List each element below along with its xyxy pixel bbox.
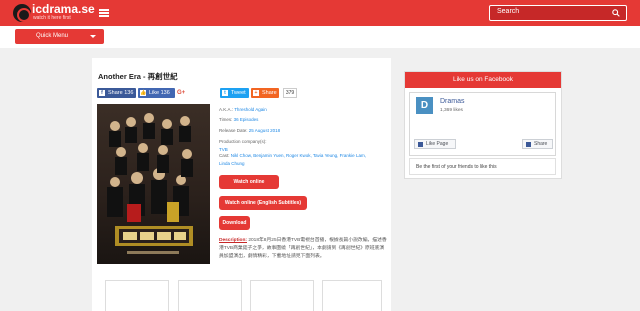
related-thumbnail[interactable] [322,280,382,311]
description-label: Description: [219,238,247,243]
cast-row: Cast: Nikl Chow, Benjamin Yuen, Roger Kw… [219,153,366,158]
quick-menu-label: Quick Menu [36,33,69,39]
site-logo[interactable]: icdrama.se [32,3,95,15]
share-page-label: Share [534,141,548,147]
times-label: Times: [219,117,233,122]
production-value[interactable]: TVB [219,147,228,152]
like-page-label: Like Page [426,141,449,147]
release-value: 25 August 2018 [248,128,281,133]
download-button[interactable]: Download [219,216,250,230]
show-poster-image [97,104,210,264]
twitter-icon: t [222,90,228,96]
google-plus-button[interactable]: G+ [177,88,190,98]
watch-english-button[interactable]: Watch online (English Subtitles) [219,196,307,210]
facebook-icon: f [99,90,105,96]
share-label: Share [262,90,277,96]
facebook-share-button[interactable]: f Share 136 [97,88,136,98]
facebook-like-label: Like 136 [149,90,170,96]
facebook-icon [418,142,423,147]
cast-list-line-1[interactable]: Nikl Chow, Benjamin Yuen, Roger Kwok, Ta… [231,153,366,158]
description: Description: 2018年8月25日香港TVB電視台首播，根據長篇小說… [219,237,387,261]
site-tagline: watch it here first [33,15,71,21]
page-logo[interactable]: D [416,97,433,114]
production-label: Production company(s): [219,139,267,144]
search-icon[interactable] [612,9,620,17]
aka-row: A.K.A.: Threshold Again [219,107,267,112]
facebook-page-card: D Dramas 1,369 likes Like Page Share [409,92,556,156]
times-row: Times: 36 Episodes [219,117,258,122]
facebook-share-page-button[interactable]: Share [522,139,553,149]
production-label-row: Production company(s): [219,139,267,144]
aka-label: A.K.A.: [219,107,234,112]
related-thumbnail[interactable] [105,280,169,311]
poster-art [97,104,210,264]
facebook-share-label: Share 136 [108,90,134,96]
like-page-button[interactable]: Like Page [414,139,456,149]
release-row: Release Date: 25 August 2018 [219,128,280,133]
share-button[interactable]: + Share [251,88,279,98]
share-icon [526,142,531,147]
hamburger-menu-icon[interactable] [99,9,109,17]
logo-icon[interactable] [13,4,31,22]
caret-down-icon [90,35,96,38]
page-title: Another Era - 再創世紀 [98,72,178,81]
tweet-button[interactable]: t Tweet [220,88,249,98]
search-input[interactable]: Search [489,5,627,21]
production-value-row: TVB [219,147,228,152]
facebook-widget-heading: Like us on Facebook [405,72,561,88]
times-value: 36 Episodes [233,117,259,122]
related-thumbnail[interactable] [178,280,242,311]
facebook-widget: Like us on Facebook D Dramas 1,369 likes… [404,71,562,179]
facebook-friends-note: Be the first of your friends to like thi… [409,158,556,175]
share-icon: + [253,90,259,96]
cast-row-2: Linda Chung [219,161,245,166]
tweet-label: Tweet [231,90,246,96]
facebook-page-likes: 1,369 likes [440,108,463,113]
watch-cantonese-button[interactable]: Watch online (Cantonese) [219,175,279,199]
cast-list-line-2[interactable]: Linda Chung [219,161,245,166]
facebook-page-name[interactable]: Dramas [440,98,465,105]
related-thumbnail[interactable] [250,280,314,311]
cast-label: Cast: [219,153,230,158]
facebook-like-button[interactable]: 👍 Like 136 [138,88,175,98]
share-count: 379 [283,88,297,98]
search-placeholder: Search [497,8,520,15]
thumbs-up-icon: 👍 [140,90,147,96]
quick-menu-button[interactable]: Quick Menu [15,29,104,44]
release-label: Release Date: [219,128,248,133]
aka-value[interactable]: Threshold Again [234,107,267,112]
